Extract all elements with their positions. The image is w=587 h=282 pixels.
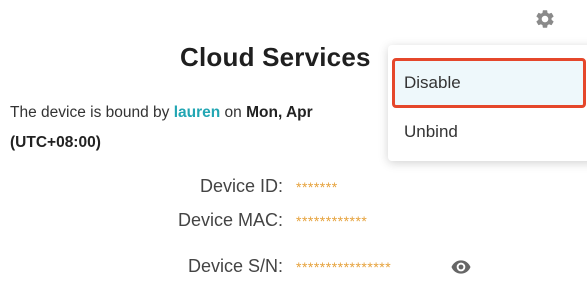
gear-icon[interactable]: [534, 8, 556, 30]
eye-icon[interactable]: [451, 259, 471, 275]
binding-middle: on: [220, 104, 247, 121]
page-title: Cloud Services: [180, 42, 371, 72]
device-id-value: *******: [296, 179, 338, 195]
device-id-row: Device ID: *******: [0, 176, 587, 202]
device-sn-label: Device S/N:: [187, 256, 283, 276]
binding-info: The device is bound by lauren on Mon, Ap…: [10, 104, 313, 122]
device-mac-row: Device MAC: ************: [0, 210, 587, 236]
device-mac-value: ************: [296, 213, 368, 229]
bound-timezone: (UTC+08:00): [10, 134, 101, 151]
device-sn-value: ****************: [296, 259, 392, 275]
menu-item-disable-label: Disable: [404, 73, 461, 92]
binding-prefix: The device is bound by: [10, 104, 174, 121]
menu-item-unbind[interactable]: Unbind: [388, 109, 587, 155]
bound-date: Mon, Apr: [246, 104, 313, 121]
device-id-label: Device ID:: [199, 176, 283, 196]
menu-item-disable[interactable]: Disable: [392, 58, 586, 108]
device-sn-row: Device S/N: ****************: [0, 256, 587, 282]
menu-item-unbind-label: Unbind: [404, 122, 458, 141]
device-mac-label: Device MAC:: [177, 210, 283, 230]
settings-dropdown-menu: Disable Unbind: [388, 45, 587, 161]
bound-user: lauren: [173, 104, 221, 121]
